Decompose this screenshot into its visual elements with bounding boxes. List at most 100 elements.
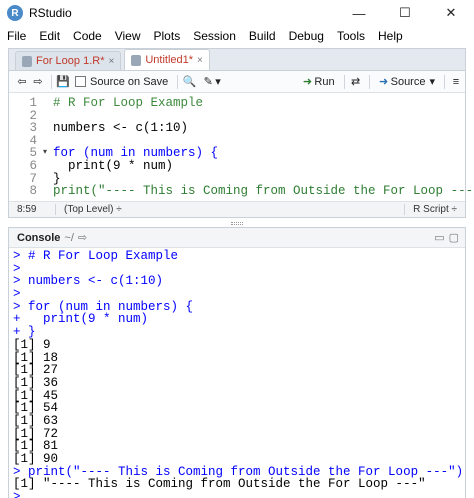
- toolbar-divider: [444, 74, 445, 89]
- tab-untitled1[interactable]: Untitled1* ×: [124, 49, 210, 70]
- menu-edit[interactable]: Edit: [32, 29, 66, 43]
- code-tools-button[interactable]: ✎ ▾: [198, 73, 224, 91]
- code-text: print("---- This is Coming from Outside …: [53, 184, 474, 199]
- chevron-down-icon: ▾: [215, 76, 221, 88]
- line-number: 6: [29, 158, 37, 173]
- run-arrow-icon: ➜: [302, 76, 313, 88]
- line-number: 5: [29, 146, 37, 161]
- console-prompt[interactable]: >: [13, 491, 465, 498]
- back-arrow-icon[interactable]: ⇦: [15, 75, 29, 89]
- console-output[interactable]: > # R For Loop Example > > numbers <- c(…: [9, 248, 465, 498]
- code-line: 6 print(9 * num): [9, 160, 465, 173]
- menu-tools[interactable]: Tools: [330, 29, 371, 43]
- source-button[interactable]: ➜ Source ▾: [374, 73, 438, 91]
- code-editor[interactable]: 1 # R For Loop Example 2 3 numbers <- c(…: [9, 93, 474, 201]
- console-line: [1] 9: [13, 337, 51, 352]
- working-directory: ~/: [64, 231, 74, 244]
- console-line: [1] 27: [13, 363, 59, 378]
- console-window-controls: ▭ ▢: [434, 231, 465, 244]
- tab-close-icon[interactable]: ×: [108, 56, 114, 67]
- run-button[interactable]: ➜ Run: [297, 73, 337, 91]
- console-line: [1] 45: [13, 388, 59, 403]
- menu-view[interactable]: View: [108, 29, 147, 43]
- tab-close-icon[interactable]: ×: [197, 55, 203, 66]
- line-number: 4: [29, 133, 37, 148]
- save-icon[interactable]: 💾: [56, 75, 70, 89]
- go-to-directory-icon[interactable]: ⇨: [78, 231, 87, 244]
- line-number: 8: [29, 184, 37, 199]
- maximize-button[interactable]: ☐: [382, 0, 428, 26]
- console-line: + }: [13, 325, 36, 340]
- toolbar-divider: [368, 74, 370, 89]
- menu-plots[interactable]: Plots: [147, 29, 187, 43]
- menu-code[interactable]: Code: [66, 29, 108, 43]
- console-line: [1] 63: [13, 413, 59, 428]
- console-line: [1] 36: [13, 375, 59, 390]
- line-number: 7: [29, 171, 37, 186]
- menu-session[interactable]: Session: [186, 29, 242, 43]
- console-line: [1] "---- This is Coming from Outside th…: [13, 477, 426, 492]
- search-icon[interactable]: 🔍: [182, 75, 196, 89]
- line-number: 1: [29, 96, 37, 110]
- console-line: > numbers <- c(1:10): [13, 274, 164, 289]
- source-on-save-toggle[interactable]: Source on Save: [72, 73, 171, 91]
- cursor-position: 8:59: [17, 204, 37, 215]
- file-type-selector[interactable]: R Script ÷: [404, 204, 465, 215]
- source-editor-pane: For Loop 1.R* × Untitled1* × ⇦ ⇨ 💾 Sourc…: [8, 48, 474, 218]
- code-line: 3 numbers <- c(1:10): [9, 122, 465, 135]
- menu-help[interactable]: Help: [371, 29, 409, 43]
- r-file-icon: [131, 54, 142, 66]
- pane-splitter[interactable]: [0, 219, 474, 227]
- line-number: 3: [29, 121, 37, 136]
- console-line: [1] 54: [13, 401, 59, 416]
- menu-debug[interactable]: Debug: [282, 29, 330, 43]
- run-label: Run: [314, 75, 335, 88]
- console-line: >: [13, 287, 21, 302]
- r-file-icon: [22, 55, 32, 67]
- window-controls: — ☐ ✕: [336, 0, 474, 26]
- scope-selector[interactable]: (Top Level) ÷: [55, 204, 122, 215]
- console-pane: Console ~/ ⇨ ▭ ▢ > # R For Loop Example …: [8, 227, 466, 498]
- editor-tabs: For Loop 1.R* × Untitled1* ×: [9, 49, 465, 71]
- tab-label: Untitled1*: [145, 54, 194, 66]
- console-line: [1] 18: [13, 350, 59, 365]
- toolbar-divider: [51, 74, 52, 89]
- toolbar-right: ➜ Run ⇄ ➜ Source ▾ ≡: [297, 73, 465, 91]
- code-text: # R For Loop Example: [53, 96, 204, 110]
- console-line: [1] 72: [13, 426, 59, 441]
- source-on-save-checkbox[interactable]: [75, 76, 86, 87]
- toolbar-divider: [343, 74, 345, 89]
- menu-build[interactable]: Build: [242, 29, 282, 43]
- close-button[interactable]: ✕: [428, 0, 474, 26]
- splitter-grip-icon: [231, 221, 243, 225]
- forward-arrow-icon[interactable]: ⇨: [31, 75, 45, 89]
- rstudio-logo-icon: R: [7, 5, 23, 21]
- tab-label: For Loop 1.R*: [36, 55, 105, 67]
- rerun-icon[interactable]: ⇄: [349, 75, 363, 89]
- minimize-button[interactable]: —: [336, 0, 382, 26]
- console-line: + print(9 * num): [13, 312, 149, 327]
- menu-bar: File Edit Code View Plots Session Build …: [0, 26, 474, 46]
- chevron-down-icon: ▾: [429, 76, 435, 88]
- minimize-pane-icon[interactable]: ▭: [434, 231, 444, 244]
- maximize-pane-icon[interactable]: ▢: [449, 231, 459, 244]
- magic-wand-icon: ✎: [203, 76, 213, 88]
- title-bar: R RStudio — ☐ ✕: [0, 0, 474, 26]
- window-title: RStudio: [29, 6, 72, 20]
- console-line: [1] 90: [13, 452, 59, 466]
- outline-icon[interactable]: ≡: [449, 75, 463, 89]
- source-label: Source: [390, 75, 426, 88]
- console-line: > # R For Loop Example: [13, 249, 179, 263]
- console-header: Console ~/ ⇨ ▭ ▢: [9, 228, 465, 248]
- code-line: 8 print("---- This is Coming from Outsid…: [9, 184, 474, 199]
- code-text: print(9 * num): [53, 158, 174, 173]
- menu-file[interactable]: File: [0, 29, 32, 43]
- line-number: 2: [29, 108, 37, 123]
- source-on-save-label: Source on Save: [90, 75, 169, 88]
- console-title[interactable]: Console: [17, 232, 60, 244]
- tab-for-loop-1[interactable]: For Loop 1.R* ×: [15, 51, 122, 70]
- editor-status-bar: 8:59 (Top Level) ÷ R Script ÷: [9, 201, 465, 217]
- code-text: numbers <- c(1:10): [53, 121, 189, 136]
- code-line: 1 # R For Loop Example: [9, 97, 465, 110]
- editor-toolbar: ⇦ ⇨ 💾 Source on Save 🔍 ✎ ▾ ➜ Run ⇄ ➜ Sou…: [9, 71, 465, 93]
